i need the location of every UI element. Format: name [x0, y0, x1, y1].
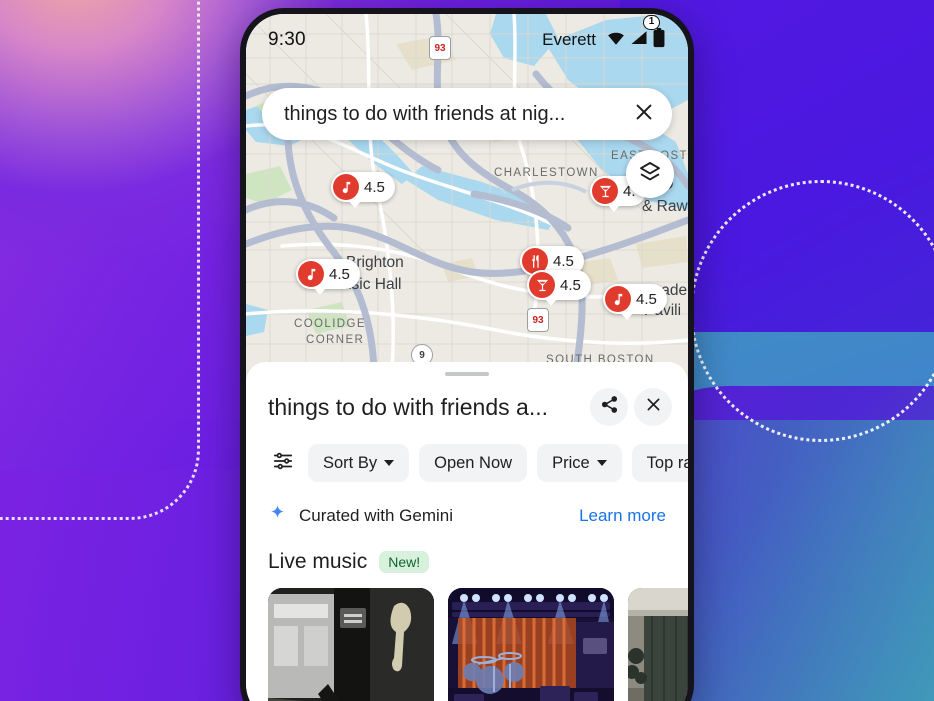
results-bottom-sheet[interactable]: things to do with friends a... Sort By O… — [246, 362, 688, 701]
sheet-title: things to do with friends a... — [268, 393, 548, 420]
map-pin-live-music-3[interactable]: 4.5 — [603, 284, 667, 320]
search-bar[interactable]: things to do with friends at nig... — [262, 88, 672, 140]
filters-button[interactable] — [268, 448, 298, 478]
map-label-corner: CORNER — [306, 334, 365, 346]
cocktail-icon — [529, 272, 555, 298]
venue-card-carousel[interactable] — [246, 584, 688, 701]
music-note-icon — [298, 261, 324, 287]
map-pin-rating: 4.5 — [553, 252, 574, 270]
tune-filters-icon — [272, 450, 294, 477]
venue-photo-stage-lights — [448, 588, 614, 701]
map-pin-bar-2[interactable]: 4.5 — [527, 270, 591, 306]
gemini-label: Curated with Gemini — [299, 506, 454, 525]
share-button[interactable] — [590, 388, 628, 426]
chip-sort-by[interactable]: Sort By — [308, 444, 410, 482]
venue-photo-exterior-bw — [268, 588, 434, 701]
map-pin-rating: 4.5 — [636, 290, 657, 308]
status-carrier: Everett — [542, 30, 596, 49]
section-title: Live music — [268, 550, 368, 573]
venue-card[interactable] — [268, 588, 434, 701]
map-label-and-raw: & Raw — [642, 198, 688, 215]
venue-card[interactable] — [448, 588, 614, 701]
chevron-down-icon — [596, 460, 607, 466]
learn-more-link[interactable]: Learn more — [579, 506, 666, 526]
gemini-attribution-row: Curated with Gemini Learn more — [246, 494, 688, 536]
search-query-text[interactable]: things to do with friends at nig... — [284, 103, 624, 126]
chip-label: Sort By — [323, 453, 378, 472]
map-pin-rating: 4.5 — [329, 265, 350, 283]
close-icon — [644, 395, 663, 419]
cocktail-icon — [592, 178, 618, 204]
chip-label: Open Now — [434, 453, 513, 472]
chip-price[interactable]: Price — [537, 444, 622, 482]
chip-label: Top rated — [646, 453, 688, 472]
gemini-sparkle-icon — [268, 504, 287, 528]
status-time: 9:30 — [268, 29, 306, 50]
map-label-coolidge: COOLIDGE — [294, 318, 366, 330]
layers-icon — [638, 160, 662, 189]
share-icon — [600, 395, 619, 419]
section-header-live-music: Live music New! — [246, 536, 688, 584]
map-label-charlestown: CHARLESTOWN — [494, 167, 599, 179]
battery-count-badge: 1 — [643, 14, 660, 30]
wifi-icon — [606, 29, 626, 52]
close-icon — [633, 101, 655, 128]
dotted-circle-decoration — [690, 180, 934, 442]
sheet-header: things to do with friends a... — [246, 376, 688, 432]
map-view[interactable]: Somerville CHARLESTOWN EAST BOSTON Brigh… — [246, 14, 688, 370]
phone-mockup: Somerville CHARLESTOWN EAST BOSTON Brigh… — [240, 8, 694, 701]
screenshot-stage: Somerville CHARLESTOWN EAST BOSTON Brigh… — [0, 0, 934, 701]
status-icons: 1 — [606, 14, 666, 53]
cellular-signal-icon — [629, 29, 649, 52]
new-badge: New! — [379, 551, 430, 573]
map-pin-live-music-1[interactable]: 4.5 — [331, 172, 395, 208]
dotted-rounded-rect-decoration — [0, 0, 200, 520]
battery-icon — [652, 27, 666, 53]
filter-chips-row[interactable]: Sort By Open Now Price Top rated — [246, 432, 688, 494]
status-bar: 9:30 Everett 1 — [246, 14, 688, 66]
venue-card[interactable] — [628, 588, 688, 701]
map-pin-live-music-2[interactable]: 4.5 — [296, 259, 360, 295]
phone-screen: Somerville CHARLESTOWN EAST BOSTON Brigh… — [246, 14, 688, 701]
chevron-down-icon — [384, 460, 395, 466]
chip-open-now[interactable]: Open Now — [419, 444, 528, 482]
music-note-icon — [333, 174, 359, 200]
map-pin-rating: 4.5 — [560, 276, 581, 294]
road-shield-93-south: 93 — [527, 308, 549, 332]
venue-photo-microphone-room — [628, 588, 688, 701]
map-layers-button[interactable] — [626, 150, 674, 198]
search-clear-button[interactable] — [624, 94, 664, 134]
sheet-close-button[interactable] — [634, 388, 672, 426]
chip-label: Price — [552, 453, 590, 472]
chip-top-rated[interactable]: Top rated — [631, 444, 688, 482]
map-pin-rating: 4.5 — [364, 178, 385, 196]
music-note-icon — [605, 286, 631, 312]
